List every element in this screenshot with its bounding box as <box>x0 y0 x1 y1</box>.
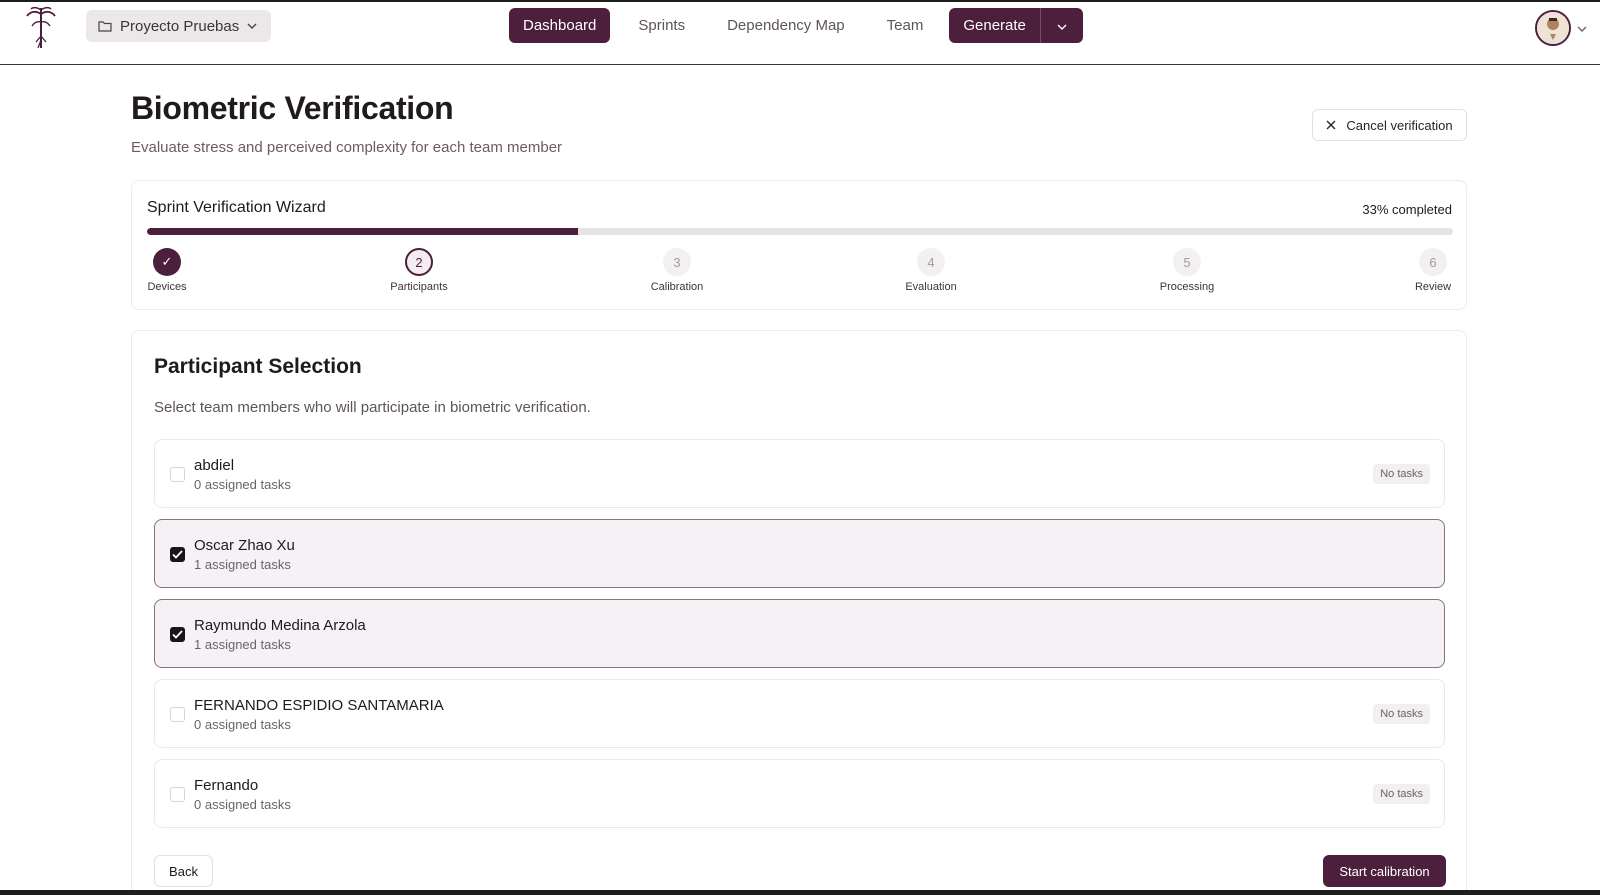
participant-name: FERNANDO ESPIDIO SANTAMARIA <box>194 697 444 714</box>
participant-selection-card: Participant Selection Select team member… <box>131 330 1467 890</box>
page-subtitle: Evaluate stress and perceived complexity… <box>131 139 563 156</box>
folder-icon <box>98 20 112 32</box>
nav-dependency-map[interactable]: Dependency Map <box>713 8 859 43</box>
step-devices[interactable]: ✓ Devices <box>117 248 217 293</box>
participant-checkbox[interactable] <box>170 627 185 642</box>
participant-name: abdiel <box>194 457 235 474</box>
participant-task-count: 0 assigned tasks <box>194 477 291 492</box>
step-review[interactable]: 6 Review <box>1383 248 1483 293</box>
app-window: Proyecto Pruebas Dashboard Sprints Depen… <box>0 2 1600 890</box>
step-processing[interactable]: 5 Processing <box>1137 248 1237 293</box>
progress-fill <box>147 228 578 235</box>
wizard-title: Sprint Verification Wizard <box>147 199 326 216</box>
avatar <box>1535 10 1571 46</box>
participant-checkbox[interactable] <box>170 547 185 562</box>
wizard-progress-text: 33% completed <box>1362 202 1452 217</box>
project-selector[interactable]: Proyecto Pruebas <box>86 10 272 42</box>
participant-task-count: 0 assigned tasks <box>194 717 291 732</box>
chevron-down-icon <box>1057 17 1067 35</box>
participant-name: Raymundo Medina Arzola <box>194 617 366 634</box>
back-button[interactable]: Back <box>154 855 213 887</box>
step-label: Participants <box>390 281 448 293</box>
participant-row-oscar-zhao-xu[interactable]: Oscar Zhao Xu 1 assigned tasks <box>154 519 1445 588</box>
section-title: Participant Selection <box>154 355 362 378</box>
checkmark-icon <box>172 546 183 564</box>
no-tasks-badge: No tasks <box>1373 464 1430 484</box>
step-calibration[interactable]: 3 Calibration <box>627 248 727 293</box>
participant-checkbox[interactable] <box>170 467 185 482</box>
top-bar: Proyecto Pruebas Dashboard Sprints Depen… <box>0 2 1600 65</box>
participant-checkbox[interactable] <box>170 707 185 722</box>
logo-icon[interactable] <box>24 4 58 52</box>
no-tasks-badge: No tasks <box>1373 784 1430 804</box>
no-tasks-badge: No tasks <box>1373 704 1430 724</box>
step-label: Devices <box>147 281 187 293</box>
step-evaluation[interactable]: 4 Evaluation <box>881 248 981 293</box>
participant-row-fernando-espidio-santamaria[interactable]: FERNANDO ESPIDIO SANTAMARIA 0 assigned t… <box>154 679 1445 748</box>
section-description: Select team members who will participate… <box>154 399 591 416</box>
progress-bar <box>147 228 1453 235</box>
step-number: 5 <box>1173 248 1201 276</box>
checkmark-icon <box>172 626 183 644</box>
participant-task-count: 1 assigned tasks <box>194 637 291 652</box>
wizard-card: Sprint Verification Wizard 33% completed… <box>131 180 1467 310</box>
step-label: Evaluation <box>905 281 957 293</box>
cancel-verification-button[interactable]: Cancel verification <box>1312 109 1467 141</box>
participant-name: Fernando <box>194 777 259 794</box>
chevron-down-icon <box>1577 19 1587 37</box>
step-number: 3 <box>663 248 691 276</box>
nav-team[interactable]: Team <box>873 8 938 43</box>
participant-row-abdiel[interactable]: abdiel 0 assigned tasks No tasks <box>154 439 1445 508</box>
project-name: Proyecto Pruebas <box>120 17 240 35</box>
nav-sprints[interactable]: Sprints <box>624 8 699 43</box>
step-participants[interactable]: 2 Participants <box>369 248 469 293</box>
participant-task-count: 0 assigned tasks <box>194 797 291 812</box>
cancel-verification-label: Cancel verification <box>1346 117 1453 133</box>
participant-row-raymundo-medina-arzola[interactable]: Raymundo Medina Arzola 1 assigned tasks <box>154 599 1445 668</box>
participant-task-count: 1 assigned tasks <box>194 557 291 572</box>
step-label: Processing <box>1159 281 1215 293</box>
nav-dashboard[interactable]: Dashboard <box>509 8 611 43</box>
participant-row-fernando[interactable]: Fernando 0 assigned tasks No tasks <box>154 759 1445 828</box>
chevron-down-icon <box>247 23 257 29</box>
step-number: 6 <box>1419 248 1447 276</box>
generate-button[interactable]: Generate <box>949 8 1041 43</box>
generate-menu-button[interactable] <box>1041 8 1083 43</box>
page-title: Biometric Verification <box>131 90 454 126</box>
user-menu[interactable] <box>1535 10 1587 46</box>
participant-checkbox[interactable] <box>170 787 185 802</box>
step-check-icon: ✓ <box>153 248 181 276</box>
participant-name: Oscar Zhao Xu <box>194 537 295 554</box>
main-nav: Dashboard Sprints Dependency Map Team Ge… <box>509 8 1083 43</box>
step-number: 4 <box>917 248 945 276</box>
close-icon <box>1326 118 1336 133</box>
step-number: 2 <box>405 248 433 276</box>
generate-split-button: Generate <box>949 8 1083 43</box>
step-label: Review <box>1414 281 1452 293</box>
start-calibration-button[interactable]: Start calibration <box>1323 855 1446 887</box>
step-label: Calibration <box>650 281 704 293</box>
